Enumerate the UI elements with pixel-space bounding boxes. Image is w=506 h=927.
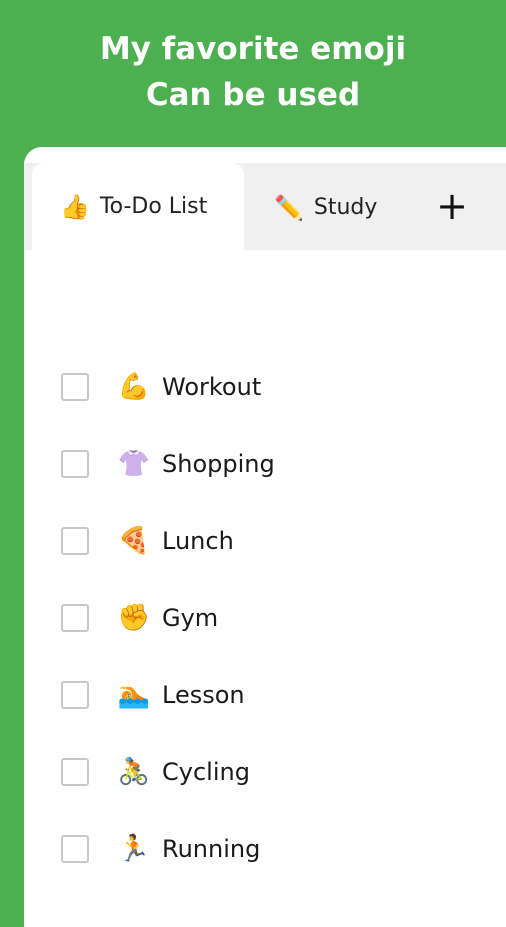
- list-item: 💪 Workout: [24, 357, 506, 417]
- tab-todo-list[interactable]: 👍 To-Do List: [32, 163, 244, 250]
- list-item: ✊ Gym: [24, 588, 506, 648]
- checkbox[interactable]: [61, 604, 89, 632]
- tab-label: To-Do List: [99, 194, 208, 219]
- add-tab-button[interactable]: +: [432, 181, 472, 231]
- runner-icon: 🏃: [117, 834, 151, 864]
- thumbs-up-icon: 👍: [60, 192, 90, 221]
- item-label: Workout: [162, 373, 262, 401]
- item-label: Cycling: [162, 758, 250, 786]
- checkbox[interactable]: [61, 681, 89, 709]
- checkbox[interactable]: [61, 450, 89, 478]
- headline-line-1: My favorite emoji: [99, 31, 407, 67]
- checkbox[interactable]: [61, 527, 89, 555]
- swimmer-icon: 🏊: [117, 680, 151, 710]
- raised-fist-icon: ✊: [117, 603, 151, 633]
- tab-bar: 👍 To-Do List ✏️ Study +: [24, 147, 506, 250]
- list-item: 🚴 Cycling: [24, 742, 506, 802]
- tab-study[interactable]: ✏️ Study: [274, 165, 377, 250]
- cyclist-icon: 🚴: [117, 757, 151, 787]
- tab-label: Study: [313, 195, 378, 220]
- pencil-icon: ✏️: [274, 193, 304, 222]
- shirt-icon: 👚: [117, 449, 151, 479]
- pizza-icon: 🍕: [117, 526, 151, 556]
- checkbox[interactable]: [61, 758, 89, 786]
- item-label: Lesson: [162, 681, 245, 709]
- checkbox[interactable]: [61, 835, 89, 863]
- item-label: Running: [162, 835, 261, 863]
- list-item: 🏃 Running: [24, 819, 506, 879]
- list-item: 🍕 Lunch: [24, 511, 506, 571]
- item-label: Gym: [162, 604, 219, 632]
- flexed-biceps-icon: 💪: [117, 372, 151, 402]
- promo-headline: My favorite emoji Can be used: [0, 26, 506, 118]
- item-label: Shopping: [162, 450, 275, 478]
- headline-line-2: Can be used: [145, 77, 361, 113]
- app-card: 👍 To-Do List ✏️ Study + 💪 Workout 👚 Shop…: [24, 147, 506, 927]
- checkbox[interactable]: [61, 373, 89, 401]
- list-item: 🏊 Lesson: [24, 665, 506, 725]
- list-item: 👚 Shopping: [24, 434, 506, 494]
- item-label: Lunch: [162, 527, 234, 555]
